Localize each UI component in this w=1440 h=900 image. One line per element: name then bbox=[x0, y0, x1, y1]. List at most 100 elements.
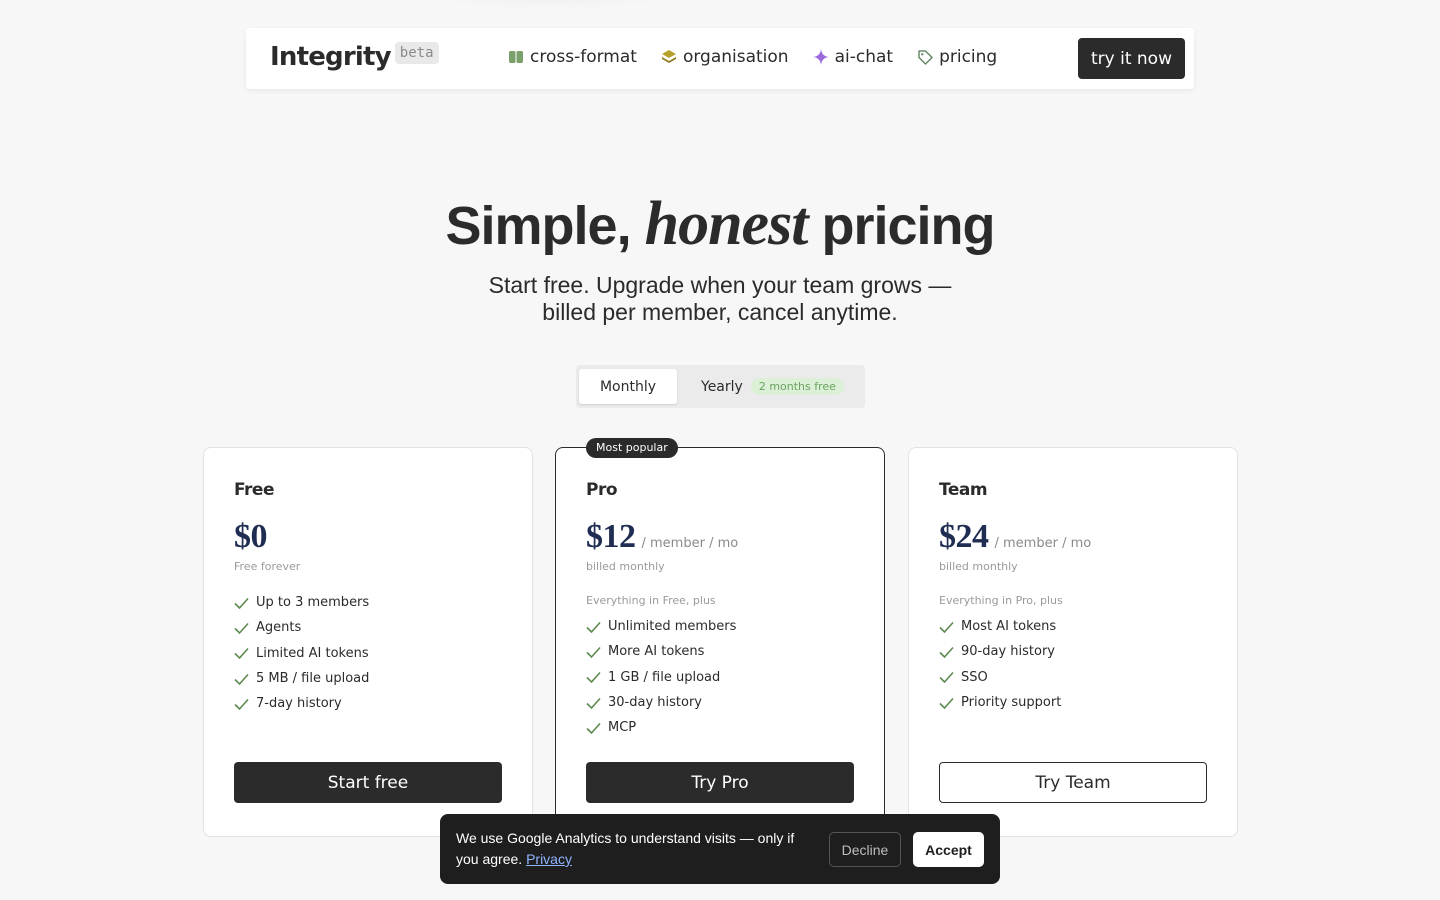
plan-name: Free bbox=[234, 480, 274, 500]
check-icon bbox=[234, 698, 249, 710]
check-icon bbox=[939, 621, 954, 633]
feature-label: SSO bbox=[961, 669, 988, 685]
feature-label: More AI tokens bbox=[608, 644, 705, 660]
try-it-now-button[interactable]: try it now bbox=[1078, 38, 1185, 79]
toggle-yearly-label: Yearly bbox=[701, 378, 743, 395]
layers-icon bbox=[661, 50, 676, 63]
book-icon bbox=[509, 51, 523, 63]
savings-badge: 2 months free bbox=[750, 378, 844, 395]
sparkle-icon bbox=[812, 49, 829, 65]
check-icon bbox=[939, 697, 954, 709]
accept-button[interactable]: Accept bbox=[913, 832, 984, 867]
feature-label: Agents bbox=[256, 620, 302, 636]
billing-note: billed monthly bbox=[939, 560, 1018, 573]
cookie-message: We use Google Analytics to understand vi… bbox=[456, 830, 795, 867]
feature-item: 90-day history bbox=[939, 639, 1061, 664]
plan-name: Pro bbox=[586, 480, 618, 500]
try-pro-button[interactable]: Try Pro bbox=[586, 762, 854, 803]
billing-note: Free forever bbox=[234, 560, 301, 573]
plan-card-team: Team $24 / member / mo billed monthly Ev… bbox=[908, 447, 1238, 837]
toggle-monthly[interactable]: Monthly bbox=[579, 369, 677, 404]
feature-item: Limited AI tokens bbox=[234, 641, 369, 666]
feature-item: More AI tokens bbox=[586, 639, 736, 664]
price-unit: / member / mo bbox=[994, 536, 1092, 551]
plan-name: Team bbox=[939, 480, 988, 500]
check-icon bbox=[586, 672, 601, 684]
feature-label: MCP bbox=[608, 720, 637, 736]
plan-card-free: Free $0 Free forever Up to 3 members Age… bbox=[203, 447, 533, 837]
includes-note: Everything in Free, plus bbox=[586, 594, 716, 607]
feature-item: Unlimited members bbox=[586, 614, 736, 639]
billing-toggle: Monthly Yearly 2 months free bbox=[576, 365, 865, 408]
check-icon bbox=[234, 622, 249, 634]
check-icon bbox=[939, 672, 954, 684]
decline-button[interactable]: Decline bbox=[829, 832, 901, 867]
nav-link-label: cross-format bbox=[530, 47, 637, 67]
feature-label: 5 MB / file upload bbox=[256, 671, 370, 687]
feature-list: Unlimited members More AI tokens 1 GB / … bbox=[586, 614, 736, 740]
feature-item: 5 MB / file upload bbox=[234, 666, 369, 691]
check-icon bbox=[234, 673, 249, 685]
feature-item: Priority support bbox=[939, 690, 1061, 715]
feature-label: Up to 3 members bbox=[256, 595, 370, 611]
feature-label: Most AI tokens bbox=[961, 619, 1057, 635]
start-free-button[interactable]: Start free bbox=[234, 762, 502, 803]
feature-item: Up to 3 members bbox=[234, 590, 369, 615]
title-emphasis: honest bbox=[644, 190, 809, 258]
plan-price: $12 bbox=[586, 518, 636, 555]
feature-label: 90-day history bbox=[961, 644, 1055, 660]
nav-link-organisation[interactable]: organisation bbox=[661, 45, 789, 69]
most-popular-badge: Most popular bbox=[586, 438, 678, 458]
feature-label: 1 GB / file upload bbox=[608, 669, 721, 685]
feature-label: Unlimited members bbox=[608, 619, 737, 635]
feature-label: Priority support bbox=[961, 695, 1062, 711]
privacy-link[interactable]: Privacy bbox=[526, 851, 572, 867]
nav-link-ai-chat[interactable]: ai-chat bbox=[812, 45, 894, 69]
check-icon bbox=[939, 646, 954, 658]
tag-icon bbox=[918, 50, 933, 65]
page-subtitle: Start free. Upgrade when your team grows… bbox=[488, 272, 952, 325]
toggle-yearly[interactable]: Yearly 2 months free bbox=[701, 369, 844, 404]
try-team-button[interactable]: Try Team bbox=[939, 762, 1207, 803]
feature-item: 1 GB / file upload bbox=[586, 665, 736, 690]
cookie-text: We use Google Analytics to understand vi… bbox=[456, 828, 818, 870]
title-start: Simple, bbox=[445, 196, 632, 256]
feature-label: Limited AI tokens bbox=[256, 645, 369, 661]
nav-link-label: organisation bbox=[682, 47, 789, 67]
check-icon bbox=[234, 597, 249, 609]
billing-note: billed monthly bbox=[586, 560, 665, 573]
nav-links: cross-format organisation ai-chat pricin… bbox=[508, 45, 1021, 69]
check-icon bbox=[586, 722, 601, 734]
check-icon bbox=[586, 621, 601, 633]
brand[interactable]: Integrity beta bbox=[270, 40, 439, 74]
feature-item: 30-day history bbox=[586, 690, 736, 715]
price-unit: / member / mo bbox=[641, 536, 739, 551]
price-row: $12 / member / mo bbox=[586, 518, 738, 556]
feature-list: Up to 3 members Agents Limited AI tokens… bbox=[234, 590, 369, 716]
check-icon bbox=[586, 697, 601, 709]
top-glow bbox=[400, 0, 700, 10]
includes-note: Everything in Pro, plus bbox=[939, 594, 1063, 607]
plan-card-pro: Most popular Pro $12 / member / mo bille… bbox=[555, 438, 885, 837]
feature-item: SSO bbox=[939, 665, 1061, 690]
beta-badge: beta bbox=[394, 42, 439, 64]
title-end: pricing bbox=[821, 196, 995, 256]
feature-list: Most AI tokens 90-day history SSO Priori… bbox=[939, 614, 1061, 715]
feature-item: 7-day history bbox=[234, 691, 369, 716]
brand-logo-text: Integrity bbox=[270, 42, 392, 72]
top-navbar: Integrity beta cross-format organisation… bbox=[246, 28, 1194, 89]
feature-item: Most AI tokens bbox=[939, 614, 1061, 639]
check-icon bbox=[234, 648, 249, 660]
cookie-banner: We use Google Analytics to understand vi… bbox=[440, 814, 1000, 884]
check-icon bbox=[586, 646, 601, 658]
nav-link-pricing[interactable]: pricing bbox=[917, 45, 997, 69]
feature-item: Agents bbox=[234, 615, 369, 640]
page-title: Simple, honest pricing bbox=[0, 188, 1440, 262]
plan-price: $24 bbox=[939, 518, 989, 555]
nav-link-cross-format[interactable]: cross-format bbox=[508, 45, 637, 69]
feature-item: MCP bbox=[586, 715, 736, 740]
nav-link-label: pricing bbox=[939, 47, 998, 67]
nav-link-label: ai-chat bbox=[834, 47, 894, 67]
feature-label: 30-day history bbox=[608, 695, 702, 711]
price-row: $24 / member / mo bbox=[939, 518, 1091, 556]
